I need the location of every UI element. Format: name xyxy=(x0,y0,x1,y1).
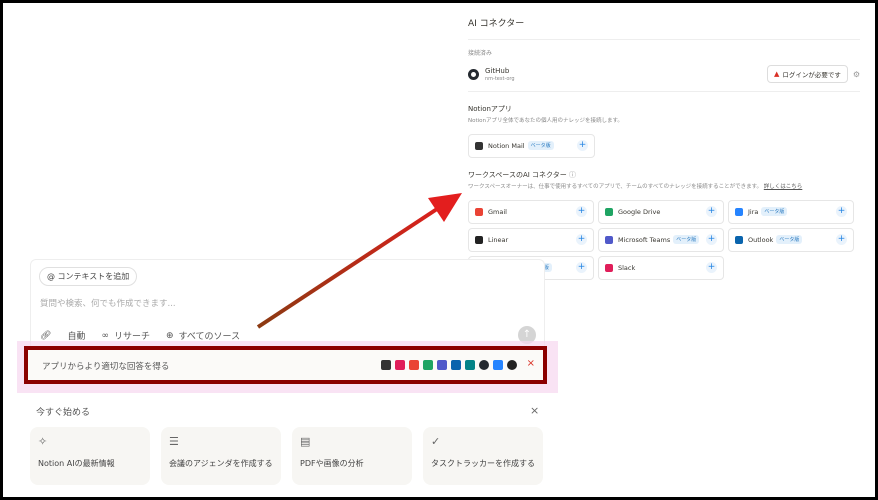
linear-icon xyxy=(507,360,517,370)
connector-label: Microsoft Teams xyxy=(618,235,671,244)
jira-icon xyxy=(735,207,743,216)
workspace-desc: ワークスペースオーナーは、仕事で使用するすべてのアプリで、チームのすべてのナレッ… xyxy=(468,183,860,192)
get-started-title: 今すぐ始める xyxy=(36,408,91,418)
sparkle-box-icon: ✧ xyxy=(38,435,48,448)
connector-card[interactable]: Jira ベータ版 + xyxy=(728,199,854,224)
outlook-icon xyxy=(451,360,461,370)
apps-banner-text: アプリからより適切な回答を得る xyxy=(42,362,170,372)
notion-apps-title: Notionアプリ xyxy=(468,105,512,113)
connector-label: Linear xyxy=(488,235,509,244)
teams-icon xyxy=(437,360,447,370)
list-icon: ☰ xyxy=(169,435,179,448)
attach-button[interactable]: 🔗︎ xyxy=(40,331,51,341)
connector-label: Google Drive xyxy=(618,207,661,216)
linear-icon xyxy=(475,235,483,244)
app-icon-strip xyxy=(381,360,517,370)
suggestion-label: タスクトラッカーを作成する xyxy=(431,459,535,468)
github-icon xyxy=(468,68,479,80)
connector-card[interactable]: Gmail + xyxy=(468,199,594,224)
check-circle-icon: ✓ xyxy=(431,435,441,448)
infinity-icon: ∞ xyxy=(101,330,109,341)
add-icon[interactable]: + xyxy=(836,206,847,218)
add-icon[interactable]: + xyxy=(576,206,587,218)
notion-mail-icon xyxy=(381,360,391,370)
globe-icon: ⊕ xyxy=(165,330,174,341)
add-context-button[interactable]: @ コンテキストを追加 xyxy=(39,267,138,286)
panel-title: AI コネクター xyxy=(468,10,860,40)
add-icon[interactable]: + xyxy=(576,262,587,274)
login-required-button[interactable]: ▲ ログインが必要です xyxy=(766,65,848,83)
add-icon[interactable]: + xyxy=(706,234,717,246)
suggestion-label: Notion AIの最新情報 xyxy=(38,459,115,468)
info-icon: ⓘ xyxy=(568,170,576,179)
connector-label: Gmail xyxy=(488,207,507,216)
google-drive-icon xyxy=(423,360,433,370)
outlook-icon xyxy=(735,235,743,244)
workspace-desc-text: ワークスペースオーナーは、仕事で使用するすべてのアプリで、チームのすべてのナレッ… xyxy=(468,183,763,190)
connector-card[interactable]: Microsoft Teams ベータ版 + xyxy=(598,227,724,252)
github-name: GitHub xyxy=(485,66,510,75)
google-drive-icon xyxy=(605,207,613,216)
connector-label: Notion Mail xyxy=(488,141,525,150)
suggestion-card[interactable]: ▤ PDFや画像の分析 xyxy=(292,427,412,485)
workspace-title-text: ワークスペースのAI コネクター xyxy=(468,170,567,179)
gear-icon[interactable]: ⚙ xyxy=(853,70,860,79)
github-org: nm-test-org xyxy=(485,75,515,82)
suggestion-card[interactable]: ☰ 会議のアジェンダを作成する xyxy=(161,427,281,485)
beta-badge: ベータ版 xyxy=(776,235,803,245)
add-icon[interactable]: + xyxy=(706,206,717,218)
connector-label: Jira xyxy=(748,207,759,216)
add-icon[interactable]: + xyxy=(577,140,588,152)
github-connection-row: GitHub nm-test-org ▲ ログインが必要です ⚙ xyxy=(468,65,860,92)
connector-label: Slack xyxy=(618,263,636,272)
connector-card[interactable]: Linear + xyxy=(468,227,594,252)
slack-icon xyxy=(395,360,405,370)
learn-more-link[interactable]: 詳しくはこちら xyxy=(764,184,803,190)
sharepoint-icon xyxy=(465,360,475,370)
connector-card-notion-mail[interactable]: Notion Mail ベータ版 + xyxy=(468,133,595,158)
suggestion-card[interactable]: ✓ タスクトラッカーを作成する xyxy=(423,427,543,485)
close-icon[interactable]: × xyxy=(530,404,539,417)
connected-label: 接続済み xyxy=(468,50,493,57)
notion-apps-desc: Notionアプリ全体であなたの個人用のナレッジを接続します。 xyxy=(468,118,623,124)
add-icon[interactable]: + xyxy=(706,262,717,274)
login-required-label: ログインが必要です xyxy=(782,71,841,79)
paperclip-icon: 🔗︎ xyxy=(40,330,52,341)
microsoft-teams-icon xyxy=(605,235,613,244)
gmail-icon xyxy=(475,207,483,216)
close-icon[interactable]: × xyxy=(527,358,535,369)
add-context-label: コンテキストを追加 xyxy=(57,272,130,281)
add-icon[interactable]: + xyxy=(836,234,847,246)
arrow-up-icon: ↑ xyxy=(522,329,532,340)
apps-banner[interactable]: アプリからより適切な回答を得る × xyxy=(24,346,547,384)
warning-icon: ▲ xyxy=(773,70,780,78)
connector-card[interactable]: Slack + xyxy=(598,255,724,280)
beta-badge: ベータ版 xyxy=(761,207,788,217)
gmail-icon xyxy=(409,360,419,370)
connector-card[interactable]: Google Drive + xyxy=(598,199,724,224)
connector-label: Outlook xyxy=(748,235,774,244)
notion-mail-icon xyxy=(475,141,483,150)
slack-icon xyxy=(605,263,613,272)
document-icon: ▤ xyxy=(300,435,311,448)
github-icon xyxy=(479,360,489,370)
ai-composer: @ コンテキストを追加 質問や検索、何でも作成できます... 🔗︎ 自動 ∞ リサ… xyxy=(30,259,545,351)
suggestion-label: 会議のアジェンダを作成する xyxy=(169,459,273,468)
ai-connector-panel: AI コネクター 接続済み GitHub nm-test-org ▲ ログインが… xyxy=(468,10,860,280)
connector-card[interactable]: Outlook ベータ版 + xyxy=(728,227,854,252)
suggestion-label: PDFや画像の分析 xyxy=(300,459,364,468)
beta-badge: ベータ版 xyxy=(673,235,700,245)
at-icon: @ xyxy=(47,272,55,281)
jira-icon xyxy=(493,360,503,370)
prompt-input[interactable]: 質問や検索、何でも作成できます... xyxy=(40,297,176,309)
beta-badge: ベータ版 xyxy=(527,141,554,151)
add-icon[interactable]: + xyxy=(576,234,587,246)
suggestion-card[interactable]: ✧ Notion AIの最新情報 xyxy=(30,427,150,485)
workspace-connectors-title: ワークスペースのAI コネクター ⓘ xyxy=(468,170,860,180)
